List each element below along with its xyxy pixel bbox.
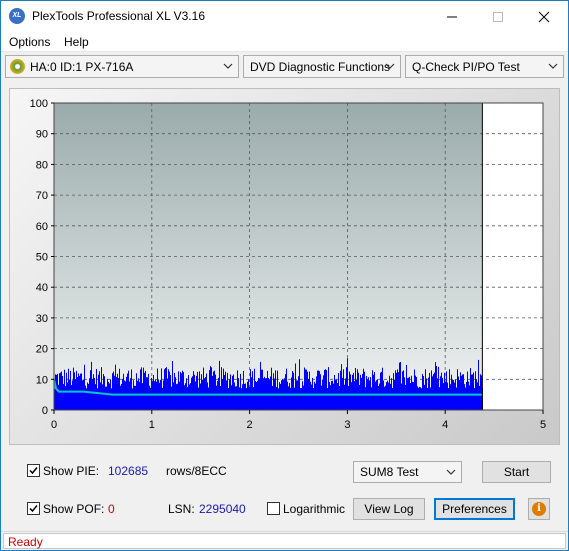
window-title: PlexTools Professional XL V3.16	[32, 9, 205, 23]
maximize-button[interactable]	[475, 1, 521, 31]
menu-bar: Options Help	[1, 31, 568, 52]
show-pof-label: Show POF:	[43, 502, 105, 516]
show-pof-checkbox[interactable]	[27, 502, 40, 515]
x-tick-label: 0	[51, 419, 57, 431]
x-tick-label: 1	[149, 419, 155, 431]
maximize-icon	[493, 12, 503, 22]
title-bar: XL PlexTools Professional XL V3.16	[1, 1, 568, 31]
y-tick-label: 30	[36, 313, 48, 325]
y-tick-label: 100	[30, 98, 48, 110]
status-bar: Ready	[1, 531, 568, 550]
test-select-value: Q-Check PI/PO Test	[412, 60, 520, 74]
menu-help[interactable]: Help	[64, 35, 89, 49]
pof-value: 0	[108, 502, 115, 516]
y-tick-label: 20	[36, 344, 48, 356]
view-log-button-label: View Log	[364, 502, 414, 516]
sum-test-select[interactable]: SUM8 Test	[353, 461, 462, 483]
app-logo-icon: XL	[9, 8, 25, 24]
close-icon	[538, 11, 550, 23]
show-pie-label: Show PIE:	[43, 464, 100, 478]
pi-po-chart: 0 10 20 30 40 50 60 70 80 90 100 0 1 2 3 4 5	[30, 98, 546, 431]
logarithmic-label: Logarithmic	[283, 502, 346, 516]
y-tick-label: 50	[36, 252, 48, 264]
pie-value: 102685	[108, 464, 149, 478]
logarithmic-checkbox[interactable]	[267, 502, 280, 515]
status-text: Ready	[8, 535, 43, 549]
plot-area	[54, 103, 483, 410]
y-tick-label: 60	[36, 221, 48, 233]
x-tick-label: 3	[344, 419, 350, 431]
function-select-value: DVD Diagnostic Functions	[250, 60, 391, 74]
chart-panel: 0 10 20 30 40 50 60 70 80 90 100 0 1 2 3 4 5	[9, 88, 560, 445]
pie-bar-fill	[54, 388, 483, 410]
menu-options[interactable]: Options	[9, 35, 50, 49]
info-icon: i	[532, 502, 546, 516]
app-window: XL PlexTools Professional XL V3.16 Optio…	[0, 0, 569, 551]
y-tick-label: 80	[36, 159, 48, 171]
preferences-button-label: Preferences	[442, 502, 507, 516]
chevron-down-icon	[446, 469, 456, 475]
chevron-down-icon	[548, 63, 558, 69]
chevron-down-icon	[385, 63, 395, 69]
show-pie-checkbox[interactable]	[27, 464, 40, 477]
function-select[interactable]: DVD Diagnostic Functions	[243, 55, 401, 78]
x-tick-label: 2	[247, 419, 253, 431]
lsn-label: LSN:	[168, 502, 195, 516]
test-select[interactable]: Q-Check PI/PO Test	[405, 55, 564, 78]
lsn-value: 2295040	[199, 502, 246, 516]
preferences-button[interactable]: Preferences	[434, 498, 515, 520]
y-tick-label: 10	[36, 374, 48, 386]
drive-select[interactable]: HA:0 ID:1 PX-716A	[5, 55, 239, 78]
view-log-button[interactable]: View Log	[353, 498, 425, 520]
sum-test-select-value: SUM8 Test	[360, 465, 419, 479]
checkmark-icon	[29, 467, 38, 475]
start-button-label: Start	[503, 465, 530, 479]
minimize-icon	[447, 16, 457, 18]
controls-panel: Show PIE: 102685 rows/8ECC SUM8 Test Sta…	[9, 453, 560, 525]
y-tick-label: 0	[42, 405, 48, 417]
status-field: Ready	[3, 533, 566, 549]
toolbar: HA:0 ID:1 PX-716A DVD Diagnostic Functio…	[1, 53, 568, 80]
close-button[interactable]	[521, 1, 567, 31]
disc-drive-icon	[10, 59, 25, 74]
minimize-button[interactable]	[429, 1, 475, 31]
chevron-down-icon	[223, 63, 233, 69]
y-tick-label: 70	[36, 190, 48, 202]
x-tick-label: 4	[442, 419, 448, 431]
y-tick-label: 90	[36, 129, 48, 141]
y-tick-label: 40	[36, 282, 48, 294]
pie-unit: rows/8ECC	[166, 464, 227, 478]
info-button[interactable]: i	[528, 498, 550, 520]
drive-select-value: HA:0 ID:1 PX-716A	[30, 60, 134, 74]
x-tick-label: 5	[540, 419, 546, 431]
start-button[interactable]: Start	[482, 461, 551, 483]
checkmark-icon	[29, 505, 38, 513]
